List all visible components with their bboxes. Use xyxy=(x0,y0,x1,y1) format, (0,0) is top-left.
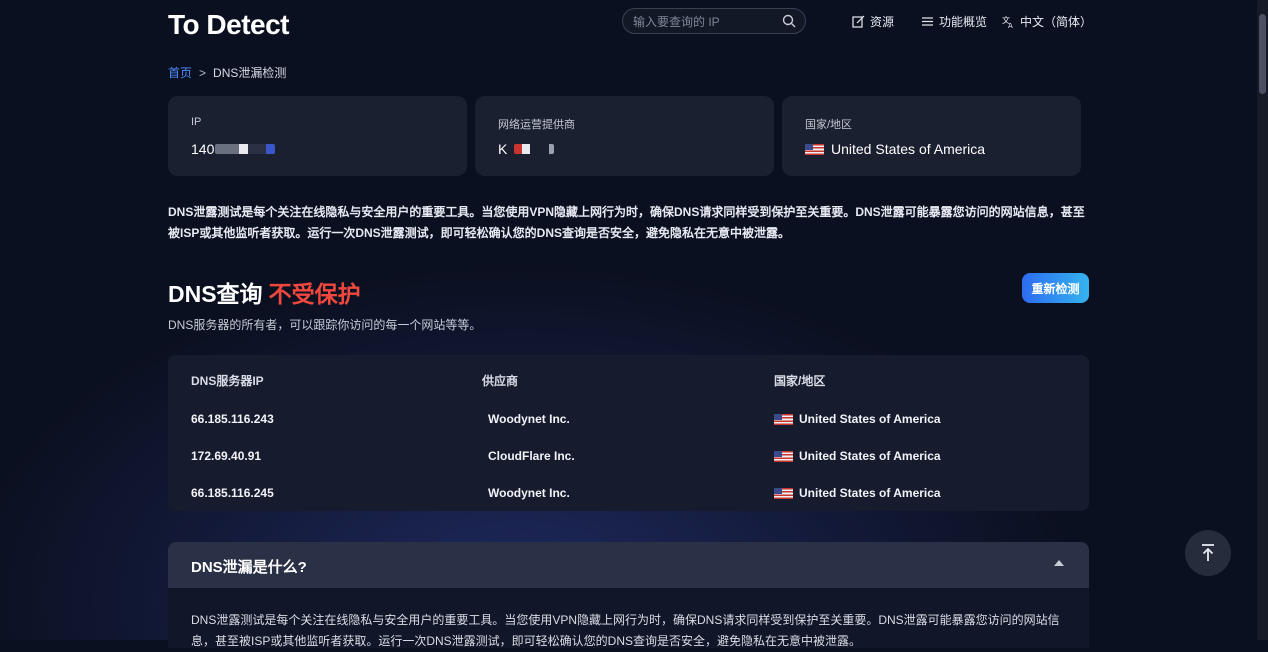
search-box[interactable] xyxy=(622,8,806,34)
country-card-label: 国家/地区 xyxy=(805,119,853,131)
intro-description: DNS泄露测试是每个关注在线隐私与安全用户的重要工具。当您使用VPN隐藏上网行为… xyxy=(168,205,1085,240)
row-3-country: United States of America xyxy=(774,486,941,500)
country-value-text: United States of America xyxy=(831,141,986,157)
dns-query-heading: DNS查询 xyxy=(168,281,263,307)
isp-card: 网络运营提供商 K xyxy=(475,96,774,176)
row-1-ip: 66.185.116.243 xyxy=(191,412,274,426)
site-logo[interactable]: To Detect xyxy=(168,9,290,41)
col-header-provider: 供应商 xyxy=(482,374,519,388)
chevron-up-icon[interactable] xyxy=(1054,560,1064,566)
breadcrumb-current: DNS泄漏检测 xyxy=(213,66,287,80)
row-2-provider: CloudFlare Inc. xyxy=(488,449,575,463)
ip-value-text: 140 xyxy=(191,141,215,157)
nav-features-label: 功能概览 xyxy=(939,15,988,29)
faq-accordion-body: DNS泄露测试是每个关注在线隐私与安全用户的重要工具。当您使用VPN隐藏上网行为… xyxy=(168,588,1089,648)
menu-icon xyxy=(922,17,933,26)
ip-card: IP 140 xyxy=(168,96,467,176)
isp-card-value: K xyxy=(498,141,555,157)
col-header-country: 国家/地区 xyxy=(774,374,826,388)
row-1-country: United States of America xyxy=(774,412,941,426)
row-1-provider: Woodynet Inc. xyxy=(488,412,570,426)
svg-text:A: A xyxy=(1008,22,1013,28)
arrow-up-icon xyxy=(1202,544,1214,561)
dns-server-table: DNS服务器IP 供应商 国家/地区 66.185.116.243 Woodyn… xyxy=(168,355,1089,511)
row-3-ip: 66.185.116.245 xyxy=(191,486,274,500)
protection-status: 不受保护 xyxy=(268,281,361,307)
country-card-value: United States of America xyxy=(805,141,985,157)
dns-query-subtitle: DNS服务器的所有者，可以跟踪你访问的每一个网站等等。 xyxy=(168,318,482,332)
back-to-top-button[interactable] xyxy=(1185,530,1231,576)
edit-icon xyxy=(852,15,865,28)
row-3-country-text: United States of America xyxy=(799,486,941,500)
isp-card-label: 网络运营提供商 xyxy=(498,119,575,131)
us-flag-icon xyxy=(774,487,793,499)
row-3-provider: Woodynet Inc. xyxy=(488,486,570,500)
search-icon[interactable] xyxy=(782,14,796,28)
nav-resources-label: 资源 xyxy=(870,15,895,29)
scrollbar-thumb[interactable] xyxy=(1259,14,1266,94)
row-2-country: United States of America xyxy=(774,449,941,463)
faq-title: DNS泄漏是什么? xyxy=(191,559,307,576)
ip-card-label: IP xyxy=(191,116,202,128)
dns-query-title: DNS查询 不受保护 xyxy=(168,275,361,309)
nav-language-label: 中文（简体） xyxy=(1020,15,1093,29)
faq-body-text: DNS泄露测试是每个关注在线隐私与安全用户的重要工具。当您使用VPN隐藏上网行为… xyxy=(191,613,1060,648)
breadcrumb-home[interactable]: 首页 xyxy=(168,66,192,80)
row-1-country-text: United States of America xyxy=(799,412,941,426)
ip-card-value: 140 xyxy=(191,141,276,157)
row-2-ip: 172.69.40.91 xyxy=(191,449,262,463)
row-2-country-text: United States of America xyxy=(799,449,941,463)
site-header: To Detect 资源 功能概览 文 A 中文（简体） xyxy=(0,0,1257,44)
breadcrumb: 首页 > DNS泄漏检测 xyxy=(168,64,286,81)
nav-features[interactable]: 功能概览 xyxy=(921,13,987,30)
isp-value-text: K xyxy=(498,141,508,157)
translate-icon: 文 A xyxy=(1002,15,1013,28)
faq-accordion-header[interactable]: DNS泄漏是什么? xyxy=(168,542,1089,588)
country-card: 国家/地区 United States of America xyxy=(782,96,1081,176)
breadcrumb-separator: > xyxy=(199,66,207,80)
us-flag-icon xyxy=(774,450,793,462)
nav-resources[interactable]: 资源 xyxy=(852,13,894,30)
col-header-ip: DNS服务器IP xyxy=(191,374,264,388)
search-input[interactable] xyxy=(631,13,775,31)
us-flag-icon xyxy=(805,143,824,155)
us-flag-icon xyxy=(774,413,793,425)
redacted-isp xyxy=(514,144,555,154)
redacted-ip xyxy=(215,144,276,154)
recheck-button[interactable]: 重新检测 xyxy=(1022,273,1089,303)
page-scrollbar[interactable] xyxy=(1257,0,1268,640)
nav-language[interactable]: 文 A 中文（简体） xyxy=(1002,13,1092,30)
